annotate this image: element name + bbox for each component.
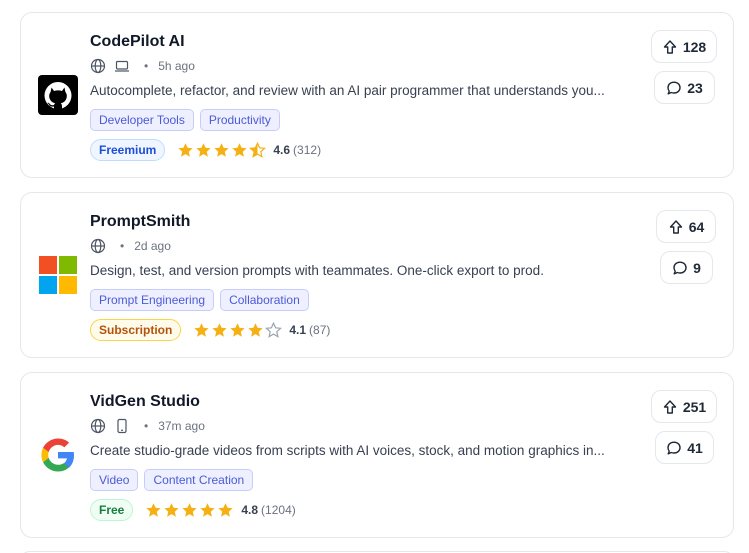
google-icon — [38, 435, 78, 475]
comment-icon — [666, 440, 682, 456]
tool-footer: Free 4.8 (1204) — [90, 499, 296, 521]
tool-meta: • 2d ago — [90, 237, 171, 255]
tag-chip[interactable]: Content Creation — [144, 469, 254, 491]
star-full-icon — [247, 322, 264, 339]
upvote-button[interactable]: 64 — [656, 210, 716, 243]
tag-chip[interactable]: Developer Tools — [90, 109, 194, 131]
tool-description: Design, test, and version prompts with t… — [90, 263, 544, 278]
tool-footer: Freemium 4.6 (312) — [90, 139, 321, 161]
separator-dot: • — [144, 419, 149, 433]
arrow-up-icon — [662, 399, 678, 415]
rating-value: 4.6 — [273, 143, 291, 157]
upvote-button[interactable]: 251 — [651, 390, 717, 423]
star-full-icon — [181, 502, 198, 519]
tool-name[interactable]: CodePilot AI — [90, 33, 185, 51]
upvote-button[interactable]: 128 — [651, 30, 717, 63]
tool-card[interactable]: PromptSmith • 2d ago Design, test, and v… — [20, 192, 734, 358]
arrow-up-icon — [668, 219, 684, 235]
star-full-icon — [193, 322, 210, 339]
tag-list: Prompt Engineering Collaboration — [90, 289, 309, 311]
comment-button[interactable]: 41 — [655, 431, 714, 464]
comment-icon — [666, 80, 682, 96]
star-full-icon — [213, 142, 230, 159]
upvote-count: 128 — [682, 38, 707, 55]
comment-button[interactable]: 9 — [660, 251, 713, 284]
tool-card[interactable]: VidGen Studio • 37m ago Create studio-gr… — [20, 372, 734, 538]
tag-list: Developer Tools Productivity — [90, 109, 280, 131]
tag-list: Video Content Creation — [90, 469, 254, 491]
arrow-up-icon — [662, 39, 678, 55]
comment-count: 9 — [693, 259, 701, 276]
review-count: (1204) — [261, 503, 296, 517]
tool-card[interactable]: CodePilot AI • 5h ago Autocomplete, refa… — [20, 12, 734, 178]
separator-dot: • — [144, 59, 149, 73]
web-icon — [90, 418, 106, 434]
star-full-icon — [145, 502, 162, 519]
web-icon — [90, 58, 106, 74]
star-full-icon — [231, 142, 248, 159]
comment-count: 41 — [687, 439, 703, 456]
upvote-count: 64 — [688, 218, 705, 235]
tool-description: Create studio-grade videos from scripts … — [90, 443, 605, 458]
star-full-icon — [229, 322, 246, 339]
posted-time: 5h ago — [158, 59, 195, 73]
star-full-icon — [211, 322, 228, 339]
comment-count: 23 — [687, 79, 703, 96]
star-rating — [177, 141, 267, 159]
tool-footer: Subscription 4.1 (87) — [90, 319, 330, 341]
rating-value: 4.1 — [289, 323, 307, 337]
rating-value: 4.8 — [241, 503, 259, 517]
star-half-icon — [249, 141, 267, 159]
mobile-icon — [114, 418, 130, 434]
pricing-badge: Subscription — [90, 319, 182, 341]
tag-chip[interactable]: Prompt Engineering — [90, 289, 215, 311]
star-full-icon — [217, 502, 234, 519]
pricing-badge: Freemium — [90, 139, 166, 161]
tool-name[interactable]: VidGen Studio — [90, 393, 200, 411]
star-rating — [145, 502, 235, 519]
star-full-icon — [199, 502, 216, 519]
separator-dot: • — [120, 239, 125, 253]
github-icon — [38, 75, 78, 115]
star-full-icon — [163, 502, 180, 519]
web-icon — [90, 238, 106, 254]
tool-name[interactable]: PromptSmith — [90, 213, 190, 231]
star-full-icon — [177, 142, 194, 159]
desktop-icon — [114, 58, 130, 74]
tag-chip[interactable]: Productivity — [199, 109, 280, 131]
tool-meta: • 37m ago — [90, 417, 205, 435]
tag-chip[interactable]: Video — [90, 469, 139, 491]
star-rating — [193, 321, 283, 339]
pricing-badge: Free — [90, 499, 134, 521]
star-full-icon — [195, 142, 212, 159]
tag-chip[interactable]: Collaboration — [220, 289, 309, 311]
microsoft-icon — [38, 255, 78, 295]
posted-time: 2d ago — [134, 239, 171, 253]
review-count: (312) — [293, 143, 322, 157]
tool-description: Autocomplete, refactor, and review with … — [90, 83, 605, 98]
star-empty-icon — [265, 321, 283, 339]
posted-time: 37m ago — [158, 419, 205, 433]
tool-meta: • 5h ago — [90, 57, 195, 75]
upvote-count: 251 — [682, 398, 707, 415]
comment-button[interactable]: 23 — [654, 71, 715, 104]
comment-icon — [672, 260, 688, 276]
review-count: (87) — [309, 323, 331, 337]
